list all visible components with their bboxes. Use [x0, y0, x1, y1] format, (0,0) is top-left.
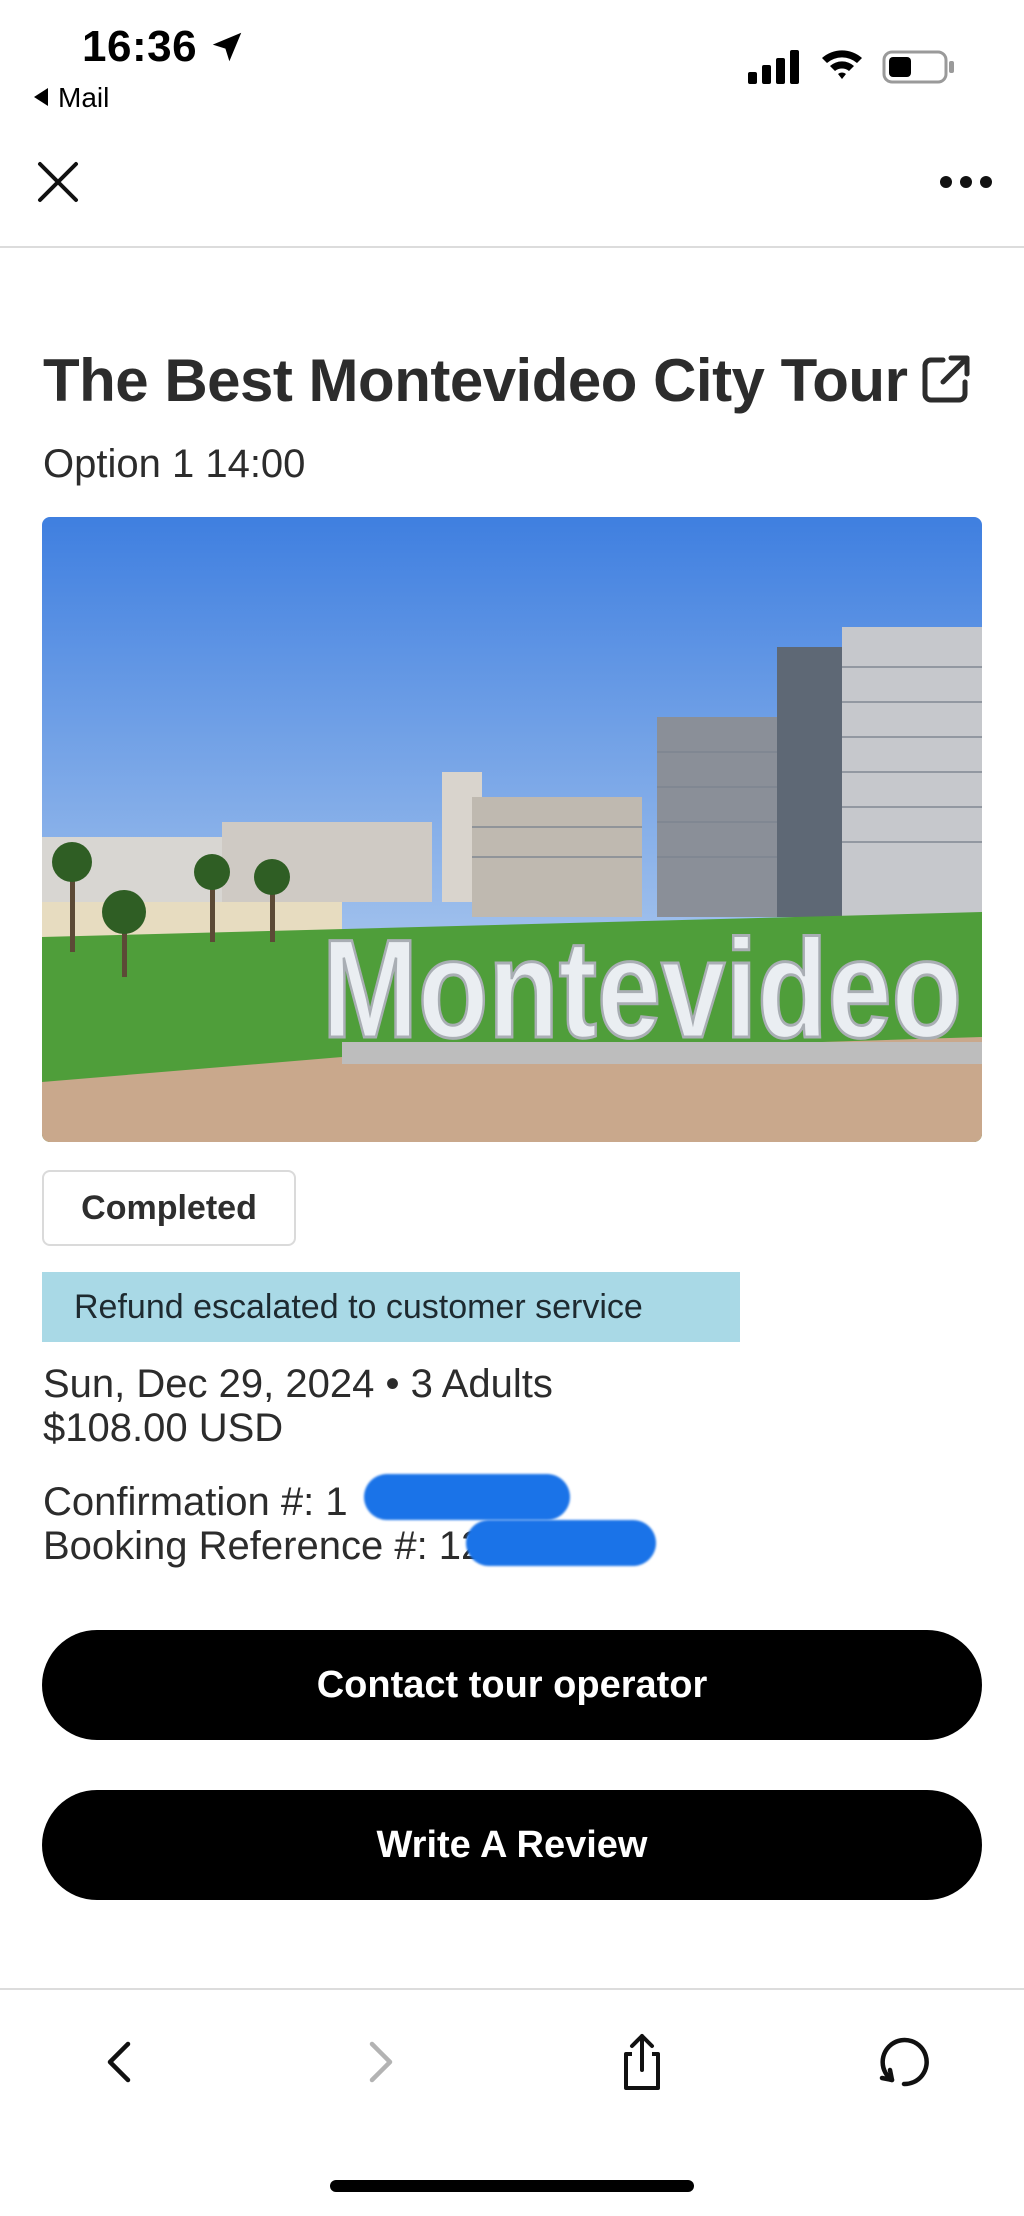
location-arrow-icon: [212, 32, 242, 62]
top-nav: [0, 140, 1024, 248]
chevron-right-icon[interactable]: [350, 2030, 410, 2094]
external-link-icon[interactable]: [919, 352, 973, 406]
tour-hero-image: Montevideo: [42, 517, 982, 1142]
battery-icon: [882, 50, 954, 84]
chevron-left-icon[interactable]: [90, 2030, 150, 2094]
price: $108.00 USD: [43, 1406, 284, 1450]
back-triangle-icon: [34, 88, 48, 106]
wifi-icon: [822, 50, 862, 79]
status-badge: Completed: [42, 1170, 296, 1246]
title-row: The Best Montevideo City Tour: [43, 346, 993, 416]
refresh-icon[interactable]: [874, 2030, 934, 2094]
write-review-button[interactable]: Write A Review: [42, 1790, 982, 1900]
share-icon[interactable]: [612, 2030, 672, 2094]
close-icon[interactable]: [34, 158, 82, 206]
back-app-label: Mail: [58, 82, 110, 113]
confirmation-redaction: [364, 1474, 570, 1520]
cellular-signal-icon: [748, 50, 799, 84]
refund-banner: Refund escalated to customer service: [42, 1272, 740, 1342]
booking-reference-number: Booking Reference #: 12: [43, 1524, 484, 1568]
hero-sign-text: Montevideo: [322, 910, 962, 1067]
more-icon[interactable]: [938, 170, 994, 194]
booking-reference-redaction: [466, 1520, 656, 1566]
back-to-mail-link[interactable]: Mail: [34, 82, 109, 114]
contact-tour-operator-button[interactable]: Contact tour operator: [42, 1630, 982, 1740]
date-and-guests: Sun, Dec 29, 2024 • 3 Adults: [43, 1362, 553, 1406]
confirmation-number: Confirmation #: 1: [43, 1480, 348, 1524]
status-bar: 16:36 Mail: [0, 0, 1024, 130]
status-time: 16:36: [82, 22, 198, 71]
tour-title: The Best Montevideo City Tour: [43, 347, 908, 414]
home-indicator: [330, 2180, 694, 2192]
tour-option: Option 1 14:00: [43, 442, 306, 486]
